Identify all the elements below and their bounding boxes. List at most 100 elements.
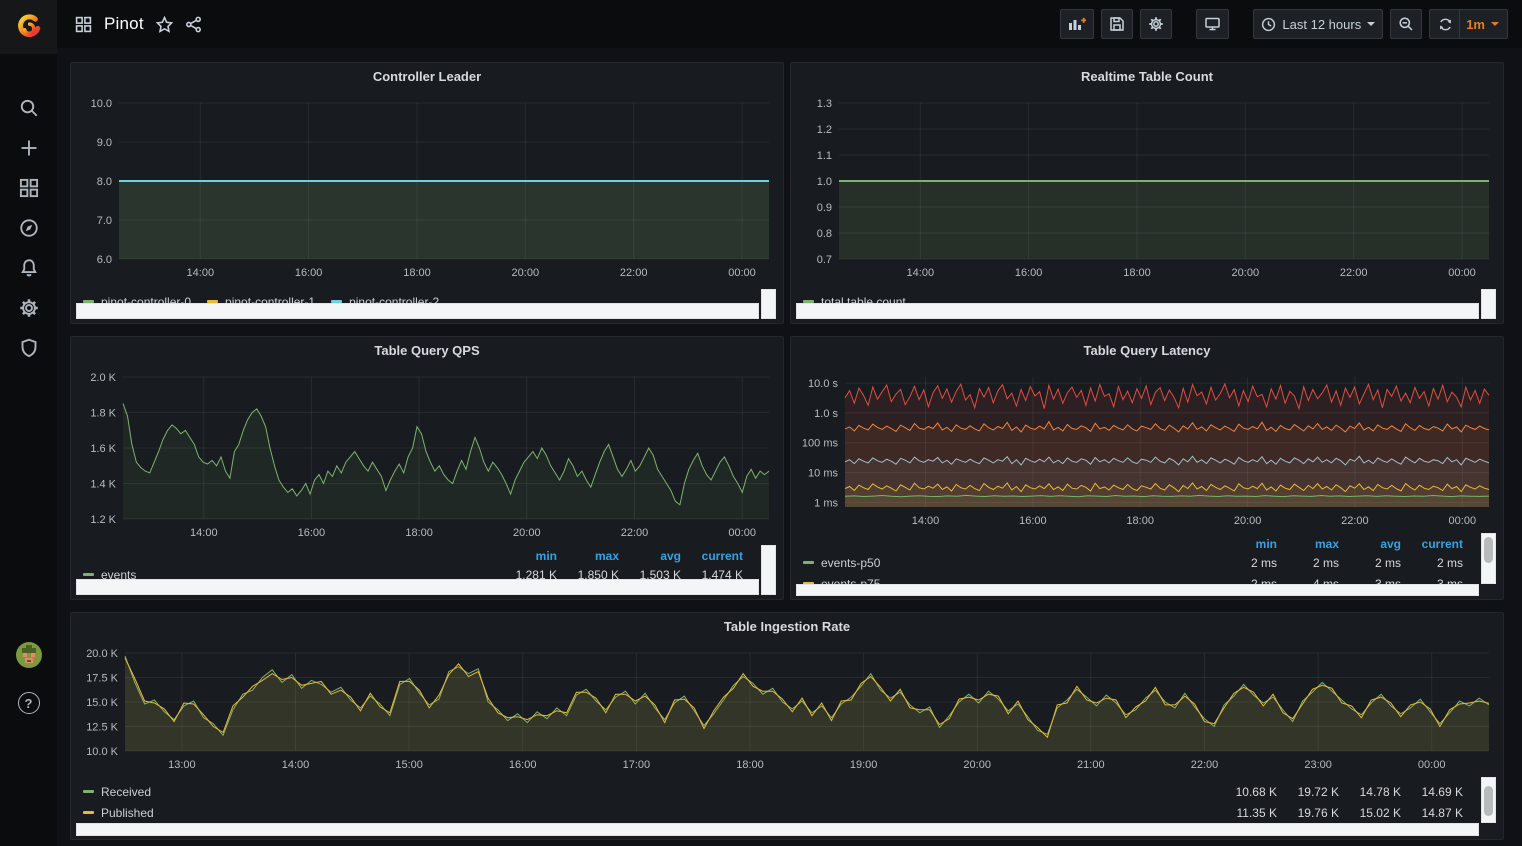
svg-text:00:00: 00:00	[1449, 515, 1477, 527]
panel-table-query-latency: Table Query Latency 10.0 s1.0 s100 ms10 …	[790, 336, 1504, 600]
svg-text:1.8 K: 1.8 K	[90, 408, 116, 420]
sidebar-item-explore[interactable]	[0, 208, 57, 248]
panel-table-ingestion-rate: Table Ingestion Rate 20.0 K17.5 K15.0 K1…	[70, 612, 1504, 840]
series-color-marker	[803, 561, 814, 564]
legend-stat-value: 14.69 K	[1401, 785, 1463, 799]
svg-text:10.0: 10.0	[91, 98, 112, 110]
time-range-label: Last 12 hours	[1282, 17, 1361, 32]
dashboard-title[interactable]: Pinot	[104, 14, 144, 34]
svg-text:1.6 K: 1.6 K	[90, 443, 116, 455]
svg-text:17:00: 17:00	[623, 759, 651, 771]
svg-text:15.0 K: 15.0 K	[86, 697, 118, 709]
panel-title[interactable]: Controller Leader	[71, 63, 783, 89]
svg-text:00:00: 00:00	[1448, 267, 1476, 279]
sidebar-item-create[interactable]	[0, 128, 57, 168]
panel-title[interactable]: Table Ingestion Rate	[71, 613, 1503, 639]
horizontal-scrollbar[interactable]	[796, 584, 1479, 596]
time-range-picker[interactable]: Last 12 hours	[1253, 9, 1383, 39]
svg-text:20:00: 20:00	[513, 527, 541, 539]
search-icon	[19, 98, 39, 118]
svg-text:20:00: 20:00	[1232, 267, 1260, 279]
bell-icon	[19, 258, 39, 278]
svg-text:10.0 K: 10.0 K	[86, 746, 118, 758]
chevron-down-icon	[1367, 22, 1375, 26]
legend-item: events-p502 ms2 ms2 ms2 ms	[803, 552, 1463, 573]
gear-icon	[1148, 16, 1164, 32]
svg-text:22:00: 22:00	[620, 267, 648, 279]
save-icon	[1109, 16, 1125, 32]
star-icon[interactable]	[156, 16, 173, 33]
legend-stat-header[interactable]: current	[681, 549, 743, 563]
scrollbar-thumb[interactable]	[1484, 537, 1493, 563]
legend-stat-header[interactable]: max	[1277, 537, 1339, 551]
svg-text:2.0 K: 2.0 K	[90, 372, 116, 384]
legend-stat-header[interactable]: min	[495, 549, 557, 563]
legend-series-label[interactable]: Received	[101, 785, 151, 799]
sidebar-item-dashboards[interactable]	[0, 168, 57, 208]
grafana-logo[interactable]	[0, 0, 57, 54]
horizontal-scrollbar[interactable]	[76, 823, 1479, 836]
sidebar: ?	[0, 0, 57, 846]
sidebar-item-alerting[interactable]	[0, 248, 57, 288]
chart-table-ingestion-rate: 20.0 K17.5 K15.0 K12.5 K10.0 K13:0014:00…	[75, 639, 1499, 777]
horizontal-scrollbar[interactable]	[76, 579, 759, 595]
vertical-scrollbar[interactable]	[761, 545, 776, 595]
svg-text:14:00: 14:00	[190, 527, 218, 539]
legend-stat-value: 2 ms	[1215, 556, 1277, 570]
svg-text:1.0: 1.0	[817, 176, 832, 188]
panel-title[interactable]: Table Query Latency	[791, 337, 1503, 363]
scrollbar-thumb[interactable]	[1484, 786, 1493, 816]
legend-stat-header[interactable]: avg	[619, 549, 681, 563]
svg-text:18:00: 18:00	[405, 527, 433, 539]
vertical-scrollbar[interactable]	[761, 289, 776, 319]
legend-series-label[interactable]: events-p50	[821, 556, 880, 570]
dashboard-settings-button[interactable]	[1140, 9, 1172, 39]
svg-text:00:00: 00:00	[728, 527, 756, 539]
svg-text:14:00: 14:00	[187, 267, 215, 279]
save-dashboard-button[interactable]	[1101, 9, 1133, 39]
svg-text:20:00: 20:00	[1234, 515, 1262, 527]
panel-title[interactable]: Realtime Table Count	[791, 63, 1503, 89]
kiosk-mode-button[interactable]	[1196, 9, 1229, 39]
svg-text:18:00: 18:00	[1123, 267, 1151, 279]
horizontal-scrollbar[interactable]	[76, 303, 759, 319]
legend-stat-header[interactable]: min	[1215, 537, 1277, 551]
share-icon[interactable]	[185, 16, 202, 33]
series-color-marker	[83, 811, 94, 814]
legend-series-label[interactable]: Published	[101, 806, 154, 820]
svg-text:19:00: 19:00	[850, 759, 878, 771]
legend-stat-value: 14.78 K	[1339, 785, 1401, 799]
zoom-out-button[interactable]	[1390, 9, 1422, 39]
horizontal-scrollbar[interactable]	[796, 303, 1479, 319]
vertical-scrollbar[interactable]	[1481, 533, 1496, 584]
legend-stats-header: minmaxavgcurrent	[803, 535, 1463, 552]
add-panel-icon	[1068, 16, 1086, 32]
svg-text:0.7: 0.7	[817, 254, 832, 266]
legend-stat-header[interactable]: max	[557, 549, 619, 563]
sidebar-item-search[interactable]	[0, 88, 57, 128]
svg-text:7.0: 7.0	[97, 215, 112, 227]
svg-text:22:00: 22:00	[1191, 759, 1219, 771]
dashboard-grid-icon	[75, 16, 92, 33]
user-avatar[interactable]	[15, 641, 43, 674]
svg-text:23:00: 23:00	[1304, 759, 1332, 771]
refresh-button[interactable]: 1m	[1429, 9, 1508, 39]
sidebar-item-server-admin[interactable]	[0, 328, 57, 368]
svg-text:10 ms: 10 ms	[808, 468, 838, 480]
svg-text:9.0: 9.0	[97, 137, 112, 149]
refresh-icon	[1438, 17, 1453, 32]
legend-stat-header[interactable]: current	[1401, 537, 1463, 551]
svg-text:1.1: 1.1	[817, 150, 832, 162]
panel-title[interactable]: Table Query QPS	[71, 337, 783, 363]
chart-table-query-qps: 2.0 K1.8 K1.6 K1.4 K1.2 K14:0016:0018:00…	[75, 363, 779, 545]
dashboard-canvas: Controller Leader 10.09.08.07.06.014:001…	[57, 48, 1522, 846]
add-panel-button[interactable]	[1060, 9, 1094, 39]
sidebar-item-configuration[interactable]	[0, 288, 57, 328]
legend-stat-value: 19.76 K	[1277, 806, 1339, 820]
legend-stat-header[interactable]: avg	[1339, 537, 1401, 551]
vertical-scrollbar[interactable]	[1481, 289, 1496, 319]
vertical-scrollbar[interactable]	[1481, 777, 1496, 823]
legend-stat-value: 19.72 K	[1277, 785, 1339, 799]
tv-icon	[1204, 16, 1221, 32]
sidebar-item-help[interactable]: ?	[0, 692, 57, 714]
